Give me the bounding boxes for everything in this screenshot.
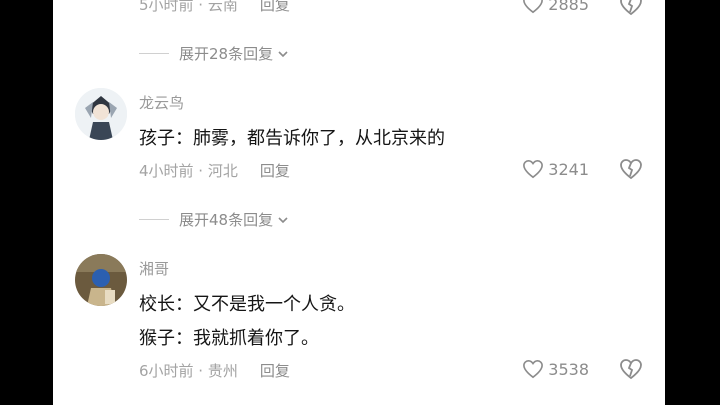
reply-button[interactable]: 回复 <box>260 0 290 14</box>
heart-outline-icon <box>523 359 544 379</box>
chevron-down-icon <box>278 50 288 57</box>
like-count: 2885 <box>548 0 589 14</box>
like-count: 3538 <box>548 359 589 379</box>
comment-meta: 6小时前 · 贵州 回复 <box>139 360 290 381</box>
broken-heart-icon[interactable] <box>619 0 643 16</box>
comment-time-location: 4小时前 · 河北 <box>139 162 238 180</box>
username[interactable]: 湘哥 <box>139 258 169 279</box>
comment-time-location: 5小时前 · 云南 <box>139 0 238 14</box>
expand-replies-label: 展开28条回复 <box>179 45 274 63</box>
avatar-image <box>75 254 127 306</box>
comment-text: 校长：又不是我一个人贪。 <box>139 294 355 315</box>
chevron-down-icon <box>278 216 288 223</box>
divider <box>139 219 169 220</box>
avatar[interactable] <box>75 88 127 140</box>
divider <box>139 53 169 54</box>
reply-button[interactable]: 回复 <box>260 362 290 380</box>
like-button[interactable]: 3241 <box>522 159 589 179</box>
avatar-image <box>75 88 127 140</box>
comment-meta: 4小时前 · 河北 回复 <box>139 160 290 181</box>
heart-outline-icon <box>523 159 544 179</box>
expand-replies-label: 展开48条回复 <box>179 211 274 229</box>
comment-panel: 5小时前 · 云南 回复 2885 展开28条回复 龙云鸟 孩子：肺雾，都告诉你了… <box>53 0 665 405</box>
username[interactable]: 龙云鸟 <box>139 92 184 113</box>
like-button[interactable]: 3538 <box>522 359 589 379</box>
expand-replies-button[interactable]: 展开48条回复 <box>139 209 289 230</box>
like-count: 3241 <box>548 159 589 179</box>
comment-meta: 5小时前 · 云南 回复 <box>139 0 290 15</box>
like-button[interactable]: 2885 <box>522 0 589 14</box>
comment-time-location: 6小时前 · 贵州 <box>139 362 238 380</box>
broken-heart-icon[interactable] <box>619 358 643 380</box>
comment-text: 猴子：我就抓着你了。 <box>139 328 319 349</box>
reply-button[interactable]: 回复 <box>260 162 290 180</box>
comment-text: 孩子：肺雾，都告诉你了，从北京来的 <box>139 128 445 149</box>
heart-outline-icon <box>523 0 544 14</box>
avatar[interactable] <box>75 254 127 306</box>
expand-replies-button[interactable]: 展开28条回复 <box>139 43 289 64</box>
broken-heart-icon[interactable] <box>619 158 643 180</box>
